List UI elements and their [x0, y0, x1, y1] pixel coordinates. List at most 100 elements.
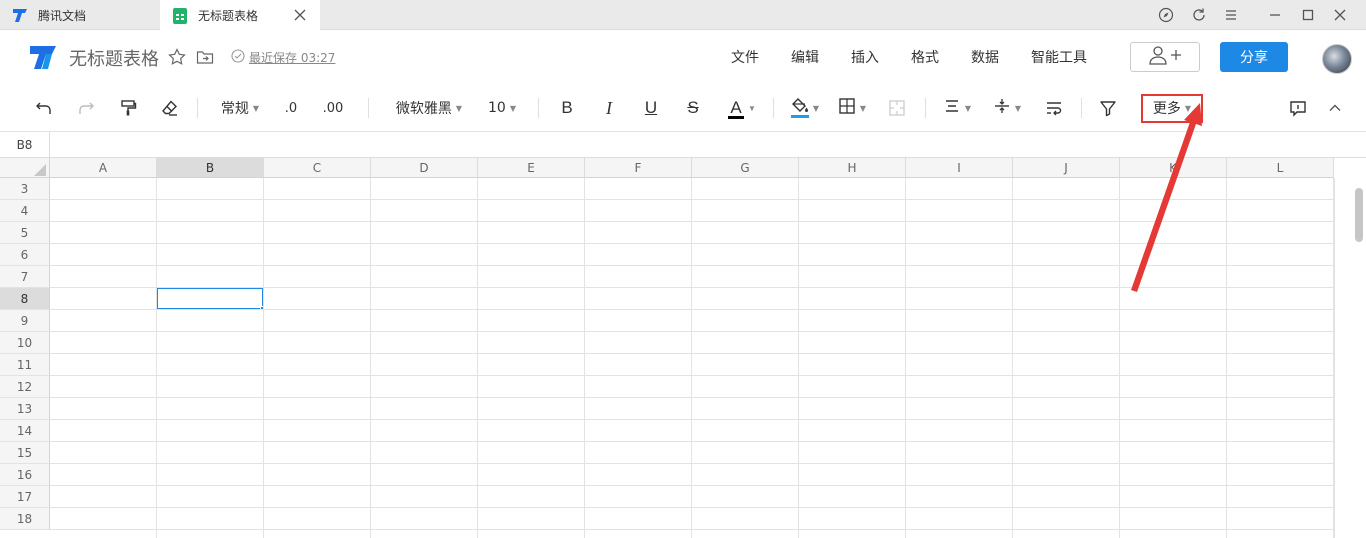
toolbar-divider [197, 98, 198, 118]
row-gridline [50, 287, 1334, 288]
add-collaborator-button[interactable] [1130, 42, 1200, 72]
row-header-11[interactable]: 11 [0, 354, 50, 376]
number-format-dropdown[interactable]: 常规 ▼ [216, 96, 264, 120]
collapse-toolbar-chevron-up-icon[interactable] [1323, 96, 1347, 120]
row-header-4[interactable]: 4 [0, 200, 50, 222]
text-wrap-icon[interactable] [1042, 96, 1066, 120]
maximize-icon[interactable] [1291, 0, 1325, 30]
toolbar-divider [538, 98, 539, 118]
undo-icon[interactable] [32, 96, 56, 120]
clear-format-eraser-icon[interactable] [158, 96, 182, 120]
spreadsheet-grid[interactable]: A B C D E F G H I J K L 3 4 5 6 7 8 9 10 11 12 13 14 15 16 17 18 [0, 158, 1366, 538]
vertical-align-button[interactable]: ▼ [990, 96, 1024, 120]
avatar[interactable] [1322, 44, 1352, 74]
italic-icon: I [606, 97, 612, 118]
text-color-button[interactable]: A ▼ [724, 96, 760, 120]
row-gridline [50, 375, 1334, 376]
text-color-bar [728, 115, 745, 119]
caret-down-icon: ▼ [964, 103, 972, 113]
refresh-icon[interactable] [1182, 0, 1216, 30]
menu-format[interactable]: 格式 [911, 47, 939, 67]
column-header-g[interactable]: G [692, 158, 799, 178]
toolbar-divider [368, 98, 369, 118]
column-header-i[interactable]: I [906, 158, 1013, 178]
borders-button[interactable]: ▼ [835, 96, 869, 120]
strikethrough-button[interactable]: S [681, 96, 705, 120]
row-header-6[interactable]: 6 [0, 244, 50, 266]
format-painter-icon[interactable] [116, 96, 140, 120]
column-header-e[interactable]: E [478, 158, 585, 178]
redo-icon[interactable] [74, 96, 98, 120]
font-family-label: 微软雅黑 [395, 101, 452, 117]
row-header-10[interactable]: 10 [0, 332, 50, 354]
increase-decimal-button[interactable]: .00 [318, 96, 348, 120]
column-gridline [1333, 178, 1334, 538]
row-header-18[interactable]: 18 [0, 508, 50, 530]
align-center-icon [943, 97, 961, 119]
row-header-8[interactable]: 8 [0, 288, 50, 310]
select-all-corner[interactable] [0, 158, 50, 178]
save-status[interactable]: 最近保存 03:27 [231, 49, 335, 66]
font-family-dropdown[interactable]: 微软雅黑 ▼ [392, 96, 466, 120]
underline-button[interactable]: U [639, 96, 663, 120]
row-header-12[interactable]: 12 [0, 376, 50, 398]
row-header-7[interactable]: 7 [0, 266, 50, 288]
row-header-14[interactable]: 14 [0, 420, 50, 442]
share-button[interactable]: 分享 [1220, 42, 1288, 72]
close-tab-icon[interactable] [292, 7, 308, 23]
column-gridline [798, 178, 799, 538]
column-header-k[interactable]: K [1120, 158, 1227, 178]
tab-tencent-docs[interactable]: 腾讯文档 [0, 0, 160, 30]
menu-smart-tools[interactable]: 智能工具 [1031, 47, 1087, 67]
row-gridline [50, 309, 1334, 310]
column-header-d[interactable]: D [371, 158, 478, 178]
comment-icon[interactable] [1286, 96, 1310, 120]
row-header-13[interactable]: 13 [0, 398, 50, 420]
menu-file[interactable]: 文件 [731, 47, 759, 67]
close-window-icon[interactable] [1323, 0, 1357, 30]
column-header-f[interactable]: F [585, 158, 692, 178]
toolbar-divider [773, 98, 774, 118]
column-header-b[interactable]: B [157, 158, 264, 178]
minimize-icon[interactable] [1258, 0, 1292, 30]
tab-label: 腾讯文档 [38, 8, 87, 23]
row-header-9[interactable]: 9 [0, 310, 50, 332]
column-header-c[interactable]: C [264, 158, 371, 178]
fill-color-bar [790, 115, 809, 118]
tab-untitled-sheet[interactable]: 无标题表格 [160, 0, 320, 31]
hamburger-menu-icon[interactable] [1214, 0, 1248, 30]
active-cell-b8[interactable] [156, 287, 264, 310]
decrease-decimal-label: .0 [284, 100, 298, 116]
menu-insert[interactable]: 插入 [851, 47, 879, 67]
compass-icon[interactable] [1149, 0, 1183, 30]
column-header-h[interactable]: H [799, 158, 906, 178]
filter-icon[interactable] [1096, 96, 1120, 120]
vertical-scrollbar-thumb[interactable] [1355, 188, 1363, 242]
merge-cells-icon[interactable] [885, 96, 909, 120]
row-header-17[interactable]: 17 [0, 486, 50, 508]
bold-button[interactable]: B [555, 96, 579, 120]
tencent-docs-logo-icon[interactable] [28, 42, 58, 72]
column-gridline [370, 178, 371, 538]
horizontal-align-button[interactable]: ▼ [940, 96, 974, 120]
document-title[interactable]: 无标题表格 [69, 45, 159, 71]
formula-input[interactable] [51, 132, 1366, 158]
column-header-j[interactable]: J [1013, 158, 1120, 178]
row-header-16[interactable]: 16 [0, 464, 50, 486]
font-size-dropdown[interactable]: 10 ▼ [486, 96, 518, 120]
italic-button[interactable]: I [597, 96, 621, 120]
row-header-15[interactable]: 15 [0, 442, 50, 464]
menu-edit[interactable]: 编辑 [791, 47, 819, 67]
column-header-l[interactable]: L [1227, 158, 1334, 178]
decrease-decimal-button[interactable]: .0 [278, 96, 304, 120]
menu-data[interactable]: 数据 [971, 47, 999, 67]
row-header-5[interactable]: 5 [0, 222, 50, 244]
column-header-a[interactable]: A [50, 158, 157, 178]
cell-reference-box[interactable]: B8 [0, 132, 50, 158]
move-folder-icon[interactable] [195, 47, 215, 67]
formatting-toolbar: 常规 ▼ .0 .00 微软雅黑 ▼ 10 ▼ B I U S A ▼ ▼ ▼ … [0, 84, 1366, 132]
row-header-3[interactable]: 3 [0, 178, 50, 200]
fill-color-button[interactable]: ▼ [787, 96, 823, 120]
star-icon[interactable] [167, 47, 187, 67]
font-size-label: 10 [488, 100, 506, 116]
